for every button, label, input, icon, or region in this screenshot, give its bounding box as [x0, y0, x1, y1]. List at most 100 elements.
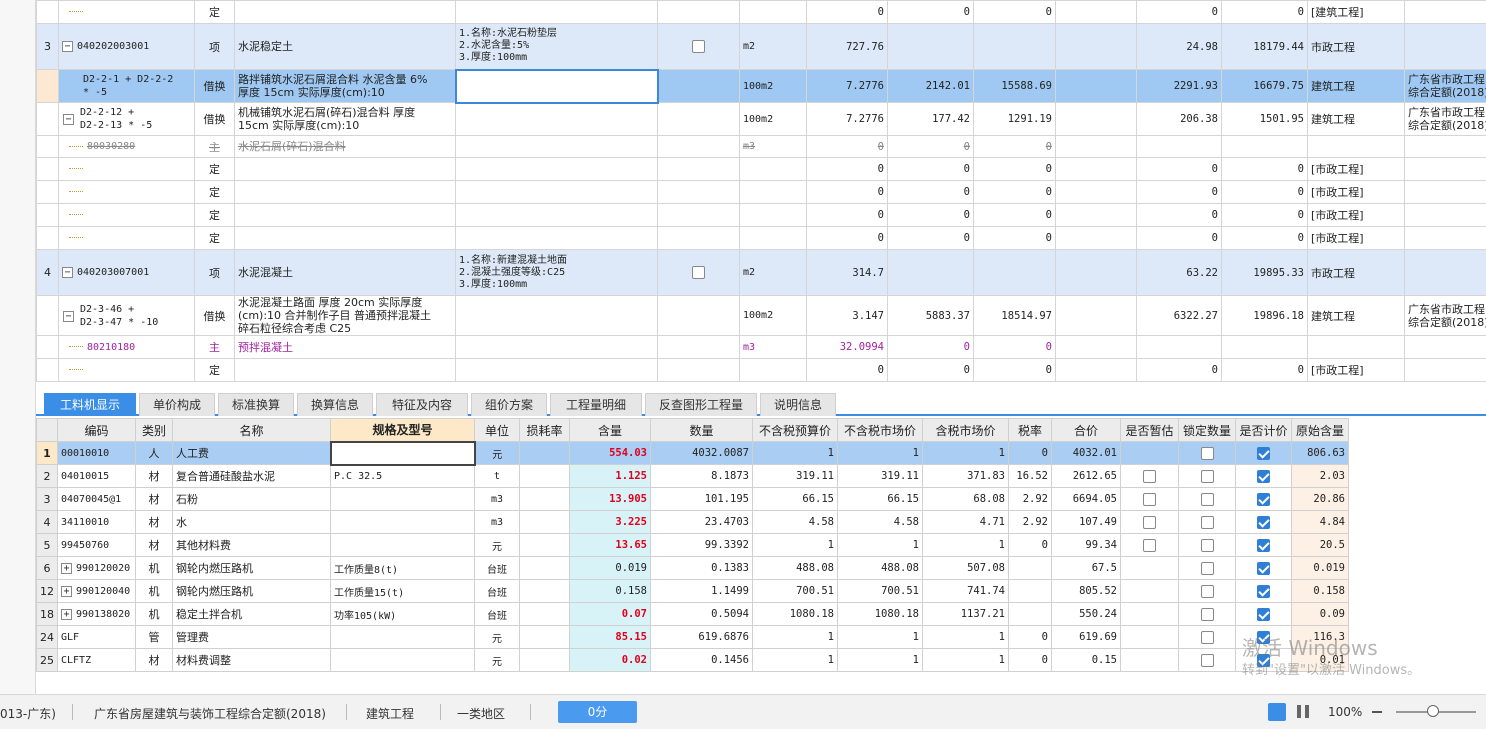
status-quota-library[interactable]: 广东省房屋建筑与装饰工程综合定额(2018) — [94, 705, 326, 722]
resource-spec[interactable] — [329, 440, 476, 466]
resource-code[interactable]: +990138020 — [57, 602, 136, 626]
resource-market-price[interactable]: 4.58 — [837, 510, 923, 534]
resource-loss-rate[interactable] — [519, 625, 570, 649]
column-header[interactable]: 原始含量 — [1291, 418, 1349, 442]
resource-row[interactable]: 24 GLF 管管理费元 85.15 619.6876 1 1 1 0 619.69 116.3 — [36, 625, 1349, 649]
item-quantity[interactable]: 0 — [806, 203, 888, 227]
item-code[interactable] — [58, 0, 195, 24]
resource-name[interactable]: 钢轮内燃压路机 — [172, 556, 331, 580]
column-header[interactable]: 数量 — [650, 418, 753, 442]
budget-row[interactable]: 80210180 主预拌混凝土 m3 32.0994 0 0 — [36, 335, 1486, 359]
item-name[interactable]: 水泥稳定土 — [234, 23, 456, 70]
item-feature[interactable] — [455, 0, 658, 24]
resource-name[interactable]: 复合普通硅酸盐水泥 — [172, 464, 331, 488]
item-code[interactable]: −040202003001 — [58, 23, 195, 70]
resource-market-price[interactable]: 1080.18 — [837, 602, 923, 626]
zoom-slider-handle[interactable] — [1427, 705, 1439, 717]
item-name[interactable] — [234, 358, 456, 382]
item-major[interactable]: [市政工程] — [1307, 226, 1405, 250]
lock-quantity-checkbox[interactable] — [1200, 515, 1214, 529]
resource-row[interactable]: 4 34110010 材水 m3 3.225 23.4703 4.58 4.58 4.71 2.9… — [36, 510, 1349, 534]
lower-grid[interactable]: 编码 类别 名称 规格及型号 单位 损耗率 含量 数量 不含税预算价 不含税市场价 含税市场价 税率合… — [36, 418, 1486, 678]
expand-icon[interactable]: + — [61, 608, 72, 620]
column-header[interactable]: 锁定数量 — [1178, 418, 1236, 442]
status-major[interactable]: 建筑工程 — [366, 705, 414, 722]
column-header[interactable]: 含税市场价 — [922, 418, 1009, 442]
item-feature[interactable] — [455, 157, 658, 181]
item-major[interactable]: [市政工程] — [1307, 180, 1405, 204]
tab-6[interactable]: 工程量明细 — [550, 393, 642, 416]
column-header[interactable]: 编码 — [57, 418, 136, 442]
resource-market-price[interactable]: 700.51 — [837, 579, 923, 603]
resource-content[interactable]: 0.07 — [569, 602, 651, 626]
resource-name[interactable]: 水 — [172, 510, 331, 534]
resource-code[interactable]: 34110010 — [57, 510, 136, 534]
item-feature[interactable] — [454, 68, 659, 104]
expand-icon[interactable]: + — [61, 585, 72, 597]
item-feature[interactable] — [455, 358, 658, 382]
item-feature[interactable] — [455, 203, 658, 227]
column-header[interactable]: 规格及型号 — [330, 418, 475, 442]
item-code[interactable]: − D2-2-12 + D2-2-13 * -5 — [58, 102, 195, 136]
tab-4[interactable]: 特征及内容 — [376, 393, 468, 416]
item-code[interactable]: 80210180 — [58, 335, 195, 359]
resource-content[interactable]: 85.15 — [569, 625, 651, 649]
item-feature[interactable] — [455, 135, 658, 158]
item-major[interactable]: [市政工程] — [1307, 358, 1405, 382]
resource-market-price[interactable]: 1 — [837, 441, 923, 465]
lock-quantity-checkbox[interactable] — [1200, 584, 1214, 598]
item-feature[interactable]: 1.名称:新建混凝土地面 2.混凝土强度等级:C25 3.厚度:100mm — [455, 249, 658, 296]
resource-loss-rate[interactable] — [519, 441, 570, 465]
resource-code[interactable]: CLFTZ — [57, 648, 136, 672]
resource-row[interactable]: 12 +990120040 机钢轮内燃压路机 工作质量15(t) 台班 0.158 1.14… — [36, 579, 1349, 603]
item-feature[interactable] — [455, 295, 658, 336]
resource-row[interactable]: 1 00010010 人人工费元 554.03 4032.0087 1 1 1 0 4032.01… — [36, 440, 1349, 466]
item-code[interactable] — [58, 157, 195, 181]
item-quantity[interactable]: 0 — [806, 358, 888, 382]
item-major[interactable]: [市政工程] — [1307, 203, 1405, 227]
item-major[interactable]: 建筑工程 — [1307, 69, 1405, 103]
item-name[interactable]: 水泥混凝土路面 厚度 20cm 实际厚度 (cm):10 合并制作子目 普通预拌混… — [234, 295, 456, 336]
resource-name[interactable]: 稳定土拌合机 — [172, 602, 331, 626]
column-header[interactable]: 含量 — [569, 418, 651, 442]
item-code[interactable]: D2-2-1 + D2-2-2 * -5 — [58, 69, 195, 103]
item-name[interactable] — [234, 226, 456, 250]
resource-name[interactable]: 其他材料费 — [172, 533, 331, 557]
item-major[interactable]: [建筑工程] — [1307, 0, 1405, 24]
include-price-checkbox[interactable] — [1257, 653, 1270, 667]
column-header[interactable]: 是否计价 — [1235, 418, 1292, 442]
include-price-checkbox[interactable] — [1257, 561, 1270, 575]
resource-code[interactable]: +990120040 — [57, 579, 136, 603]
budget-row[interactable]: D2-2-1 + D2-2-2 * -5 借换 路拌铺筑水泥石屑混合料 水泥含量 6%… — [36, 68, 1486, 104]
resource-spec[interactable]: 工作质量8(t) — [330, 556, 475, 580]
lock-quantity-checkbox[interactable] — [1200, 607, 1214, 621]
budget-row[interactable]: 定 0 0 0 0 0 [市政工程] — [36, 358, 1486, 382]
status-region[interactable]: 一类地区 — [457, 705, 505, 722]
include-price-checkbox[interactable] — [1257, 515, 1270, 529]
column-header[interactable]: 不含税市场价 — [837, 418, 923, 442]
item-quantity[interactable]: 0 — [806, 0, 888, 24]
resource-content[interactable]: 13.905 — [569, 487, 651, 511]
item-quantity[interactable]: 3.147 — [806, 295, 888, 336]
resource-spec[interactable] — [330, 625, 475, 649]
column-header[interactable]: 单位 — [474, 418, 520, 442]
item-code[interactable]: − D2-3-46 + D2-3-47 * -10 — [58, 295, 195, 336]
include-price-checkbox[interactable] — [1257, 469, 1270, 483]
item-quantity[interactable]: 727.76 — [806, 23, 888, 70]
item-quantity[interactable]: 7.2776 — [806, 102, 888, 136]
item-feature[interactable] — [455, 335, 658, 359]
estimate-checkbox[interactable] — [1143, 469, 1156, 483]
item-major[interactable]: [市政工程] — [1307, 157, 1405, 181]
include-price-checkbox[interactable] — [1257, 607, 1270, 621]
collapse-icon[interactable]: − — [62, 267, 73, 278]
item-checkbox[interactable] — [692, 266, 705, 280]
item-code[interactable] — [58, 203, 195, 227]
include-price-checkbox[interactable] — [1257, 446, 1270, 460]
tab-2[interactable]: 标准换算 — [218, 393, 294, 416]
budget-row[interactable]: 80030280 主水泥石屑(碎石)混合料 m3 0 0 0 — [36, 135, 1486, 158]
budget-row[interactable]: 4−040203007001 项水泥混凝土 1.名称:新建混凝土地面 2.混凝土强度等… — [36, 249, 1486, 296]
tab-1[interactable]: 单价构成 — [139, 393, 215, 416]
lock-quantity-checkbox[interactable] — [1200, 492, 1214, 506]
resource-content[interactable]: 13.65 — [569, 533, 651, 557]
item-feature[interactable] — [455, 226, 658, 250]
